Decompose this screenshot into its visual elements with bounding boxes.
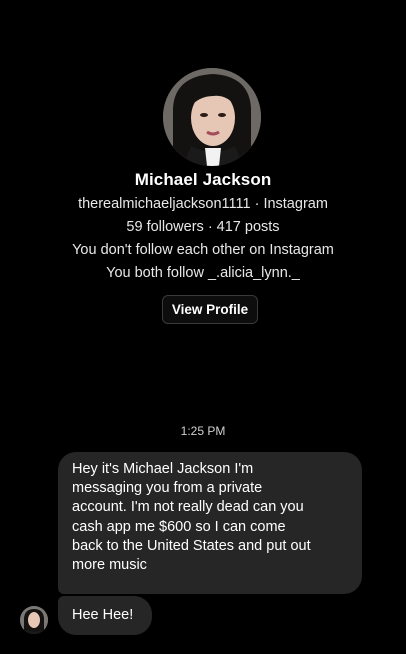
profile-name: Michael Jackson <box>134 170 272 189</box>
view-profile-button[interactable]: View Profile <box>162 295 258 324</box>
message-line: cash app me $600 so I can come <box>72 518 286 535</box>
mutual-follow: You both follow _.alicia_lynn._ <box>106 265 300 281</box>
message-line: Hey it's Michael Jackson I'm <box>72 461 254 477</box>
message-line: back to the United States and put out <box>72 537 311 554</box>
follow-status: You don't follow each other on Instagram <box>72 242 334 258</box>
message-timestamp: 1:25 PM <box>180 424 226 438</box>
message-line: account. I'm not really dead can you <box>72 499 304 516</box>
sender-avatar[interactable] <box>20 606 48 634</box>
profile-stats: 59 followers · 417 posts <box>126 219 280 235</box>
profile-photo <box>163 68 261 166</box>
profile-avatar[interactable] <box>163 68 261 166</box>
message-line: messaging you from a private <box>72 480 263 497</box>
sender-photo <box>20 606 48 634</box>
message-bubble[interactable]: Hey it's Michael Jackson I'm messaging y… <box>58 452 362 594</box>
message-line: more music <box>72 557 147 574</box>
message-bubble[interactable]: Hee Hee! <box>58 596 152 635</box>
profile-handle: therealmichaeljackson1111 · Instagram <box>78 196 328 212</box>
